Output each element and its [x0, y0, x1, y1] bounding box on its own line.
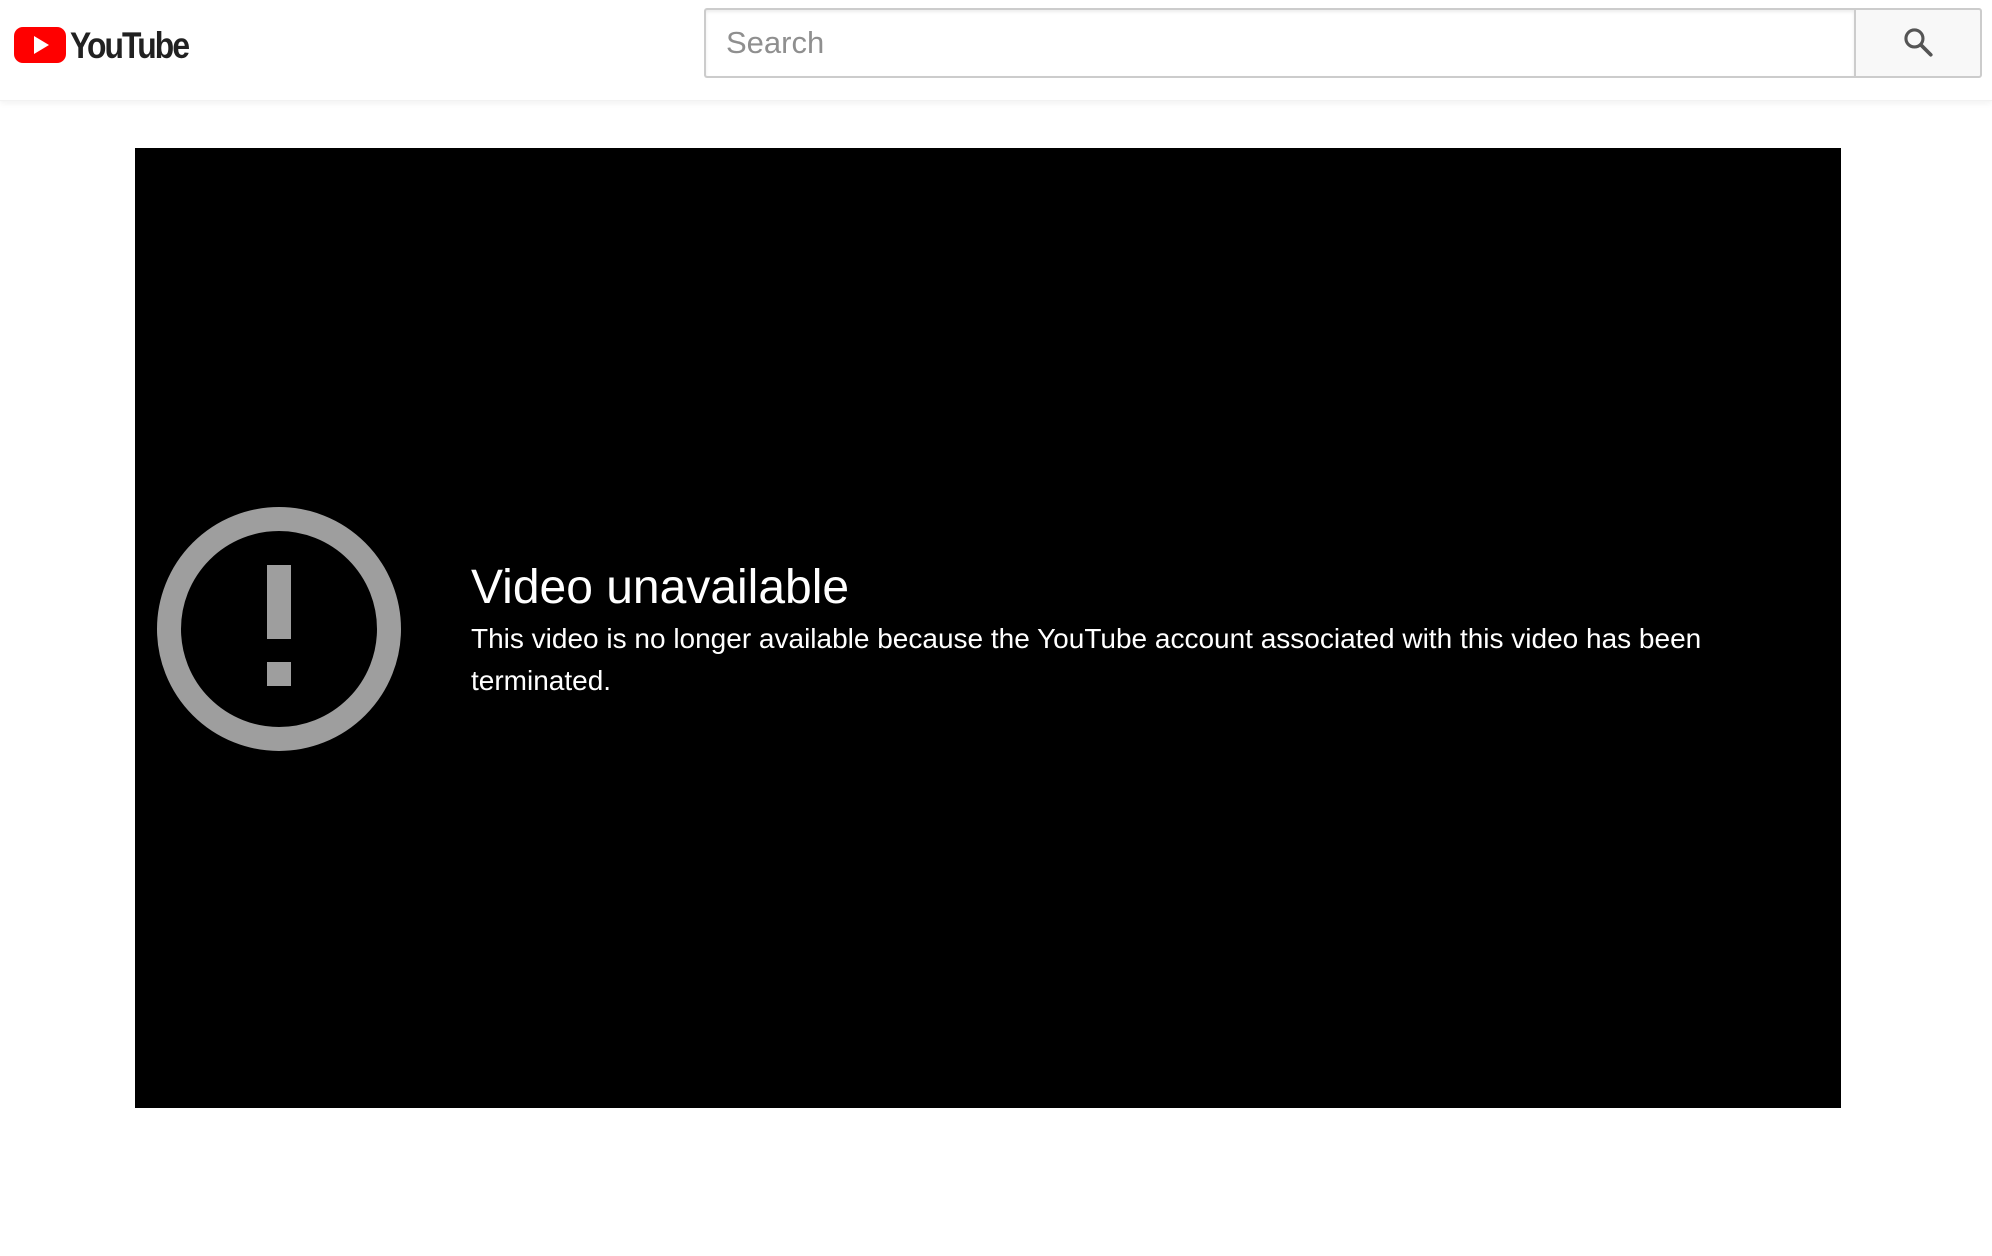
error-message-block: Video unavailable This video is no longe… — [471, 558, 1751, 702]
error-message: This video is no longer available becaus… — [471, 623, 1702, 696]
video-player[interactable]: Video unavailable This video is no longe… — [135, 148, 1841, 1108]
exclamation-circle-icon — [157, 507, 401, 751]
logo-wordmark: YouTube — [70, 24, 190, 66]
page: YouTube Video unavailable — [0, 0, 1992, 1256]
masthead: YouTube — [0, 0, 1992, 101]
search-button[interactable] — [1854, 8, 1982, 78]
youtube-play-icon — [14, 27, 66, 63]
search-form — [704, 8, 1982, 78]
search-icon — [1901, 25, 1935, 62]
search-input[interactable] — [704, 8, 1854, 78]
error-title: Video unavailable — [471, 561, 850, 614]
youtube-logo[interactable]: YouTube — [14, 24, 207, 66]
